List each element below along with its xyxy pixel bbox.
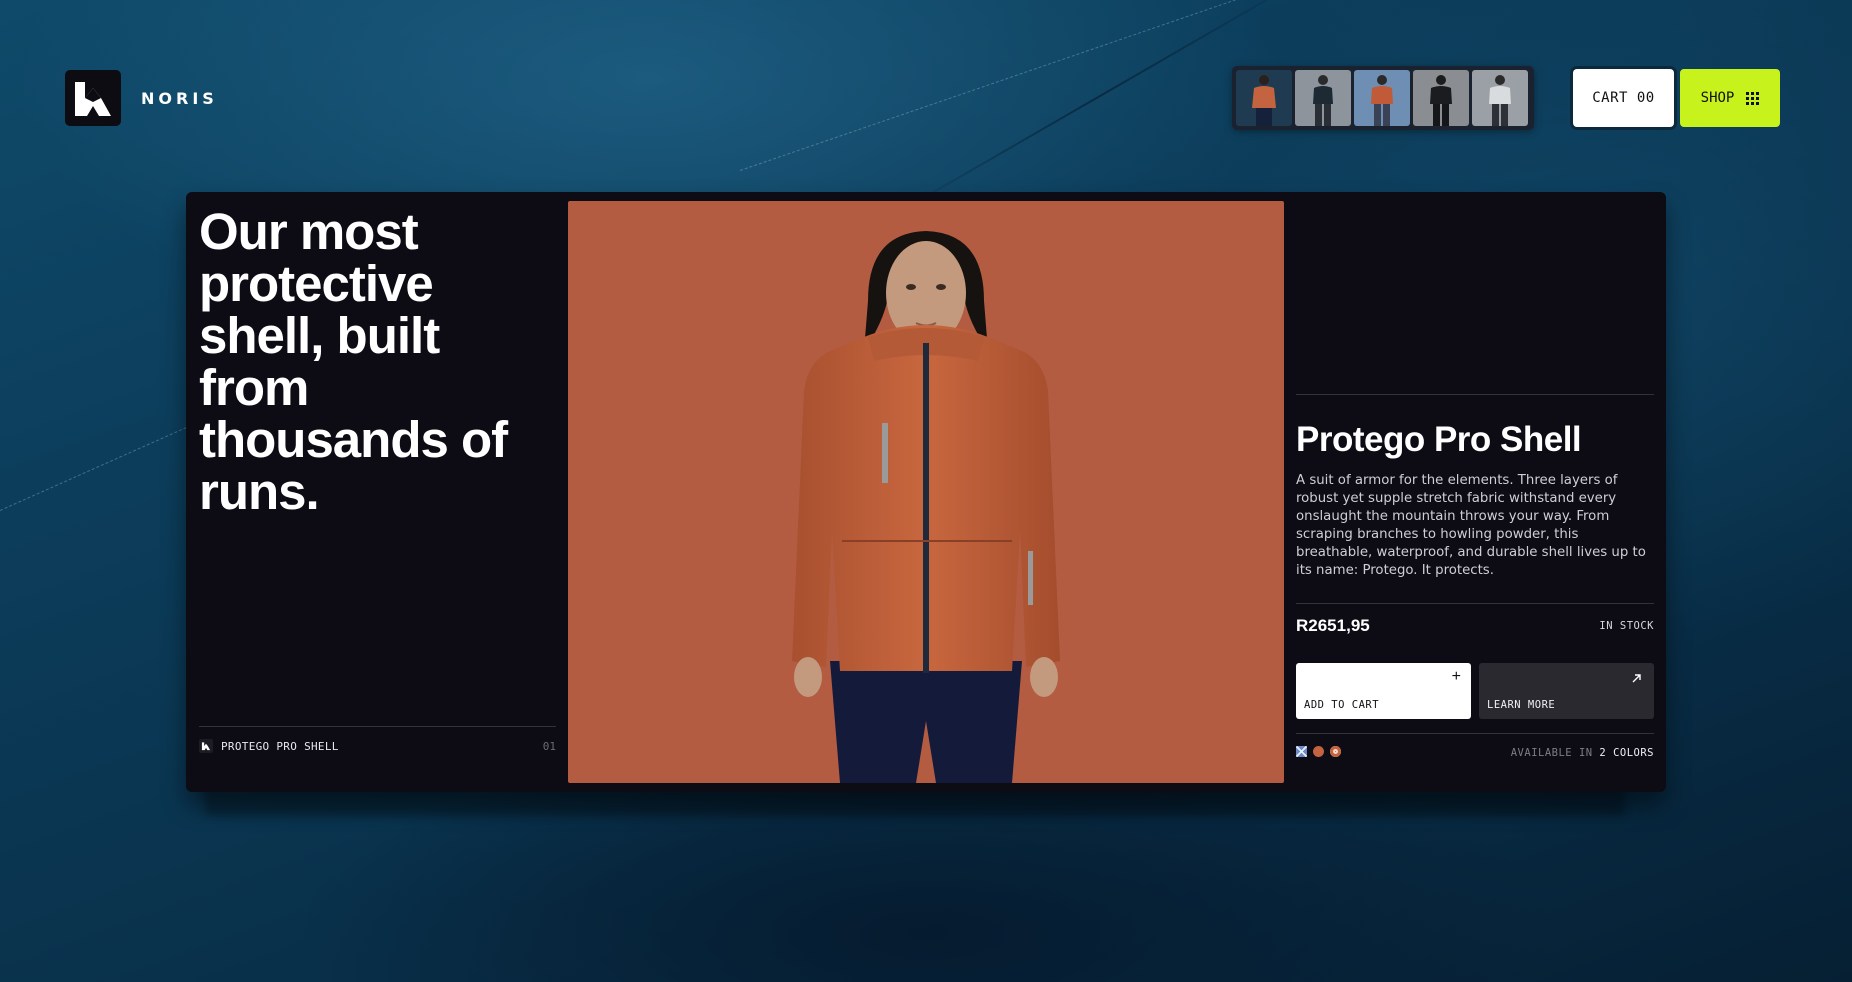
- hero-footer: PROTEGO PRO SHELL 01: [199, 726, 556, 753]
- product-thumbnail-strip: [1232, 66, 1534, 130]
- person-grey-figure-icon: [1313, 75, 1333, 126]
- product-title: Protego Pro Shell: [1296, 420, 1582, 459]
- model-wearing-jacket-illustration: [792, 231, 1060, 783]
- brand-logo[interactable]: NORIS: [65, 70, 218, 126]
- product-hero-image: [568, 201, 1284, 783]
- divider: [1296, 394, 1654, 395]
- cart-button[interactable]: CART 00: [1573, 69, 1674, 127]
- learn-more-button[interactable]: LEARN MORE: [1479, 663, 1654, 719]
- mini-logo-icon: [199, 739, 213, 753]
- product-price: R2651,95: [1296, 616, 1370, 635]
- jacket-orange-figure-icon: [1252, 75, 1276, 126]
- arrow-up-right-icon: [1631, 672, 1642, 688]
- add-to-cart-button[interactable]: + ADD TO CART: [1296, 663, 1471, 719]
- brand-name: NORIS: [141, 88, 218, 108]
- color-swatch-blue[interactable]: [1296, 746, 1307, 757]
- divider: [1296, 733, 1654, 734]
- learn-more-label: LEARN MORE: [1487, 699, 1556, 711]
- thumbnail-jacket-orange[interactable]: [1236, 70, 1292, 126]
- available-count: 2 COLORS: [1599, 747, 1654, 759]
- divider: [1296, 603, 1654, 604]
- color-swatch-orange[interactable]: [1313, 746, 1324, 757]
- available-colors: AVAILABLE IN 2 COLORS: [1511, 747, 1654, 759]
- hero-headline: Our most protective shell, built from th…: [199, 203, 508, 520]
- add-to-cart-label: ADD TO CART: [1304, 699, 1380, 711]
- product-description: A suit of armor for the elements. Three …: [1296, 473, 1646, 578]
- thumbnail-jacket-light-grey[interactable]: [1472, 70, 1528, 126]
- hero-footer-index: 01: [542, 739, 556, 753]
- hero-footer-label: PROTEGO PRO SHELL: [221, 739, 339, 753]
- noris-logo-icon: [65, 70, 121, 126]
- available-prefix: AVAILABLE IN: [1510, 747, 1593, 759]
- shop-button-label: SHOP: [1700, 90, 1735, 106]
- thumbnail-pants-grey[interactable]: [1295, 70, 1351, 126]
- color-swatch-orange-alt[interactable]: [1330, 746, 1341, 757]
- product-details: Protego Pro Shell A suit of armor for th…: [1296, 192, 1654, 792]
- grid-icon: [1746, 91, 1760, 105]
- color-swatches: [1296, 746, 1341, 757]
- stock-status: IN STOCK: [1599, 620, 1654, 632]
- shop-button[interactable]: SHOP: [1680, 69, 1780, 127]
- jacket-black-figure-icon: [1430, 75, 1452, 126]
- jacket-blue-figure-icon: [1371, 75, 1393, 126]
- thumbnail-jacket-blue[interactable]: [1354, 70, 1410, 126]
- product-card: Our most protective shell, built from th…: [186, 192, 1666, 792]
- jacket-light-grey-figure-icon: [1489, 75, 1511, 126]
- plus-icon: +: [1451, 668, 1461, 685]
- thumbnail-jacket-black[interactable]: [1413, 70, 1469, 126]
